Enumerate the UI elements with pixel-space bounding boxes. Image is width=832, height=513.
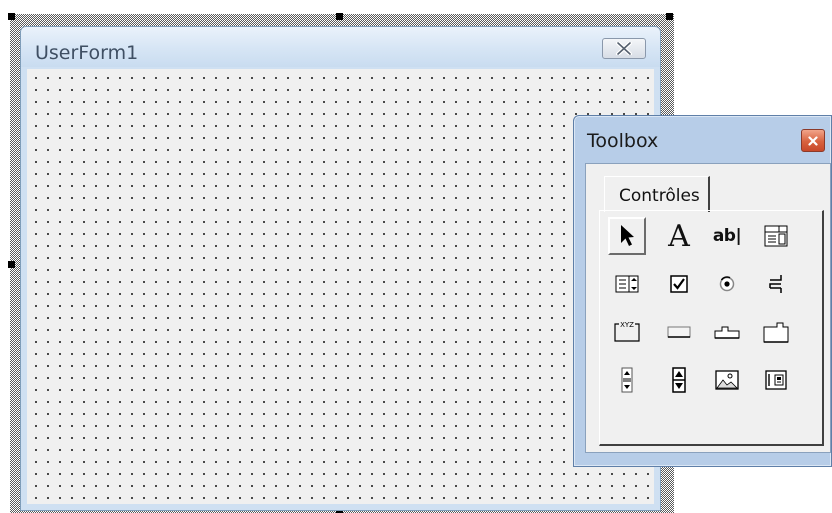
userform-title: UserForm1 <box>35 42 139 64</box>
option-button-icon <box>719 276 735 292</box>
close-x-icon <box>808 135 818 146</box>
pointer-arrow-icon <box>621 225 634 246</box>
tool-refedit[interactable] <box>757 361 795 399</box>
command-button-icon <box>667 326 691 338</box>
resize-handle-top[interactable] <box>336 13 343 20</box>
tab-controles[interactable]: Contrôles <box>604 176 710 212</box>
close-x-icon <box>616 42 632 55</box>
resize-handle-top-right[interactable] <box>666 13 673 20</box>
toolbox-window[interactable]: Toolbox Contrôles A ab| XYZ <box>573 115 832 467</box>
combobox-icon <box>764 225 788 247</box>
tool-tabstrip[interactable] <box>708 313 746 351</box>
textbox-icon: ab| <box>712 226 742 246</box>
tool-checkbox[interactable] <box>660 265 698 303</box>
userform-close-button[interactable] <box>602 38 646 59</box>
listbox-icon <box>615 275 639 293</box>
toggle-button-icon <box>769 275 782 293</box>
toolbox-body: Contrôles A ab| XYZ <box>585 163 831 453</box>
tabstrip-icon <box>714 326 740 339</box>
tool-select-objects[interactable] <box>608 217 646 255</box>
label-a-icon: A <box>668 218 690 254</box>
svg-text:XYZ: XYZ <box>620 321 634 329</box>
image-icon <box>715 370 739 390</box>
spinbutton-icon <box>672 367 686 393</box>
tool-commandbutton[interactable] <box>660 313 698 351</box>
tool-multipage[interactable] <box>757 313 795 351</box>
frame-icon: XYZ <box>614 321 640 342</box>
tool-frame[interactable]: XYZ <box>608 313 646 351</box>
controls-tab-page: A ab| XYZ <box>599 210 824 446</box>
resize-handle-left[interactable] <box>8 261 15 268</box>
userform-window[interactable]: UserForm1 <box>20 26 661 511</box>
tool-spinbutton[interactable] <box>660 361 698 399</box>
tool-image[interactable] <box>708 361 746 399</box>
userform-titlebar[interactable]: UserForm1 <box>21 27 660 67</box>
checkbox-icon <box>670 275 688 293</box>
tool-textbox[interactable]: ab| <box>708 217 746 255</box>
tab-controles-label: Contrôles <box>619 186 700 206</box>
tool-label[interactable]: A <box>660 217 698 255</box>
tool-togglebutton[interactable] <box>757 265 795 303</box>
userform-design-grid[interactable] <box>27 69 654 504</box>
multipage-icon <box>763 322 789 343</box>
tool-combobox[interactable] <box>757 217 795 255</box>
scrollbar-icon <box>621 367 633 393</box>
resize-handle-top-left[interactable] <box>8 13 15 20</box>
toolbox-close-button[interactable] <box>801 129 825 152</box>
tool-scrollbar[interactable] <box>608 361 646 399</box>
toolbox-title: Toolbox <box>587 130 659 152</box>
tool-listbox[interactable] <box>608 265 646 303</box>
refedit-icon <box>765 370 787 390</box>
tool-optionbutton[interactable] <box>708 265 746 303</box>
